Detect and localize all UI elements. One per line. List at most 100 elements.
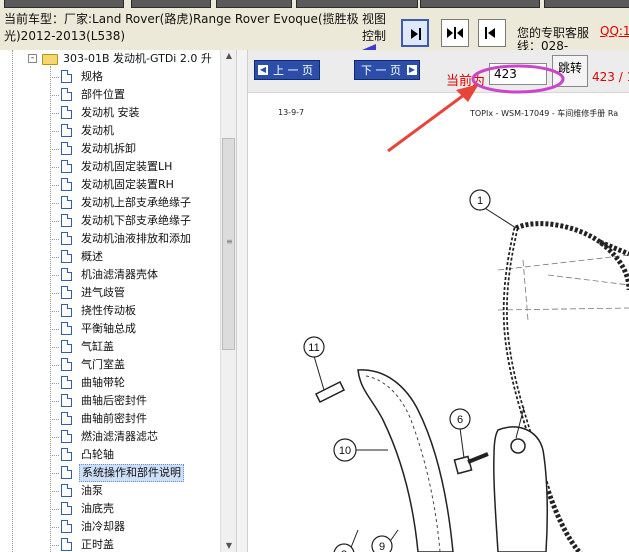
tree-item-label: 凸轮轴 bbox=[81, 448, 114, 461]
window-tab[interactable] bbox=[296, 0, 418, 8]
chapter-tree: - 303-01B 发动机-GTDi 2.0 升 规格 部件位置 发动机 安装 发动机… bbox=[0, 50, 236, 552]
view-split-icon bbox=[447, 27, 463, 39]
tree-item-label: 发动机固定装置RH bbox=[81, 178, 174, 191]
tree-item-label: 油泵 bbox=[81, 484, 103, 497]
phone-label: 线：028-87038205 bbox=[517, 40, 569, 50]
tree-connector bbox=[50, 347, 59, 348]
tree-item-label: 发动机 安装 bbox=[81, 106, 140, 119]
window-tab[interactable] bbox=[216, 0, 292, 8]
tree-item-label: 发动机油液排放和添加 bbox=[81, 232, 191, 245]
tree-item-label: 发动机固定装置LH bbox=[81, 160, 173, 173]
tree-guide-line bbox=[12, 50, 13, 552]
document-icon bbox=[61, 196, 72, 209]
callout-11-label: 11 bbox=[308, 342, 319, 354]
document-icon bbox=[61, 520, 72, 533]
chain-guide bbox=[357, 369, 454, 552]
document-icon bbox=[61, 394, 72, 407]
tree-item-label: 进气歧管 bbox=[81, 286, 125, 299]
tree-guide-line bbox=[50, 66, 51, 552]
tree-item-label: 机油滤清器壳体 bbox=[81, 268, 158, 281]
tree-connector bbox=[50, 275, 59, 276]
document-icon bbox=[61, 376, 72, 389]
tree-connector bbox=[50, 437, 59, 438]
current-model-label: 当前车型：厂家:Land Rover(路虎)Range Rover Evoque… bbox=[4, 12, 359, 43]
document-icon bbox=[61, 358, 72, 371]
tree-item-label: 概述 bbox=[81, 250, 103, 263]
document-icon bbox=[61, 502, 72, 515]
tree-parent-label: 303-01B 发动机-GTDi 2.0 升 bbox=[63, 52, 212, 65]
view-control-label: 视图控制 bbox=[362, 12, 387, 43]
callout-8: 8 bbox=[333, 543, 355, 552]
document-icon bbox=[61, 430, 72, 443]
leader-line bbox=[459, 427, 465, 459]
document-icon bbox=[61, 412, 72, 425]
tree-connector bbox=[50, 131, 59, 132]
qq-link[interactable]: QQ:1 bbox=[600, 24, 629, 38]
tree-connector bbox=[50, 527, 59, 528]
document-icon bbox=[61, 250, 72, 263]
tree-connector bbox=[50, 149, 59, 150]
document-icon bbox=[61, 124, 72, 137]
callout-10: 10 bbox=[333, 438, 357, 462]
view-back-button[interactable] bbox=[478, 19, 506, 47]
tree-connector bbox=[50, 311, 59, 312]
document-icon bbox=[61, 538, 72, 551]
document-icon bbox=[61, 322, 72, 335]
view-single-button[interactable] bbox=[401, 19, 429, 47]
window-tab[interactable] bbox=[544, 0, 629, 8]
callout-9: 9 bbox=[371, 535, 393, 552]
callout-6: 6 bbox=[449, 408, 471, 430]
tree-connector bbox=[50, 293, 59, 294]
tree-scrollbar[interactable]: ▲ ≡ ▼ bbox=[220, 50, 236, 552]
folder-icon bbox=[42, 54, 58, 65]
service-label: 您的专职客服 bbox=[517, 26, 590, 40]
tree-item-label: 发动机 bbox=[81, 124, 114, 137]
scroll-up-icon[interactable]: ▲ bbox=[223, 50, 235, 62]
tree-connector bbox=[50, 509, 59, 510]
timing-chain-diagram: 1 11 6 10 9 8 bbox=[303, 64, 629, 552]
pin-11 bbox=[314, 380, 346, 404]
tree-connector bbox=[50, 221, 59, 222]
tree-connector bbox=[50, 77, 59, 78]
tree-connector bbox=[50, 365, 59, 366]
document-icon bbox=[61, 484, 72, 497]
tree-connector bbox=[50, 545, 59, 546]
tensioner-pivot bbox=[510, 438, 526, 454]
view-split-button[interactable] bbox=[441, 19, 469, 47]
tree-connector bbox=[50, 491, 59, 492]
tree-item-label: 燃油滤清器滤芯 bbox=[81, 430, 158, 443]
document-icon bbox=[61, 232, 72, 245]
engine-outline bbox=[497, 254, 629, 321]
tree-connector bbox=[50, 203, 59, 204]
window-tab[interactable] bbox=[4, 0, 124, 8]
tree-item-label: 曲轴前密封件 bbox=[81, 412, 147, 425]
view-single-icon bbox=[411, 28, 421, 40]
callout-1: 1 bbox=[469, 189, 491, 211]
document-icon bbox=[61, 466, 72, 479]
tree-connector bbox=[50, 167, 59, 168]
top-bar: 当前车型：厂家:Land Rover(路虎)Range Rover Evoque… bbox=[0, 0, 629, 50]
tree-item-label: 挠性传动板 bbox=[81, 304, 136, 317]
callout-9-label: 9 bbox=[379, 541, 385, 552]
tree-item-label: 发动机下部支承绝缘子 bbox=[81, 214, 191, 227]
tree-connector bbox=[50, 401, 59, 402]
scroll-down-icon[interactable]: ▼ bbox=[223, 540, 235, 552]
tree-scroll-thumb[interactable]: ≡ bbox=[222, 138, 235, 350]
highlight-ellipse bbox=[471, 64, 565, 94]
tree-connector bbox=[50, 473, 59, 474]
tree-connector bbox=[50, 113, 59, 114]
annotation-arrow-line bbox=[387, 90, 469, 153]
callout-1-label: 1 bbox=[477, 195, 483, 207]
tree-item-label: 发动机拆卸 bbox=[81, 142, 136, 155]
tree-item-label: 平衡轴总成 bbox=[81, 322, 136, 335]
tree-item-label: 部件位置 bbox=[81, 88, 125, 101]
tree-item-label: 规格 bbox=[81, 70, 103, 83]
tree-item-label: 曲轴后密封件 bbox=[81, 394, 147, 407]
window-tab[interactable] bbox=[420, 0, 540, 8]
document-icon bbox=[61, 304, 72, 317]
document-icon bbox=[61, 160, 72, 173]
collapse-toggle[interactable]: - bbox=[28, 54, 37, 63]
document-icon bbox=[61, 88, 72, 101]
panel-splitter[interactable] bbox=[236, 50, 248, 552]
window-tab[interactable] bbox=[131, 0, 211, 8]
